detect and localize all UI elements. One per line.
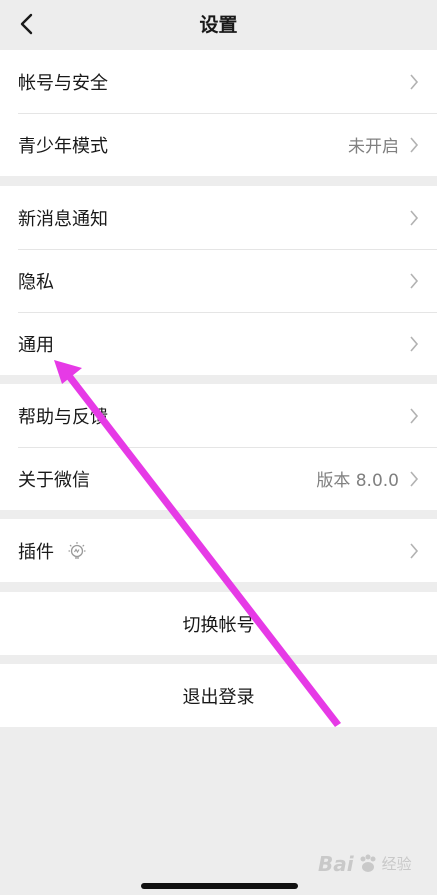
settings-group-plugins: 插件: [0, 519, 437, 582]
chevron-left-icon: [20, 13, 33, 35]
chevron-right-icon: [410, 335, 419, 352]
baidu-watermark: Bai 经验: [318, 842, 430, 886]
row-privacy[interactable]: 隐私: [0, 249, 437, 312]
back-button[interactable]: [8, 6, 44, 42]
row-about-wechat[interactable]: 关于微信 版本 8.0.0: [0, 447, 437, 510]
logout-button[interactable]: 退出登录: [0, 664, 437, 727]
row-value: 版本 8.0.0: [316, 471, 399, 491]
switch-account-group: 切换帐号: [0, 592, 437, 655]
chevron-right-icon: [410, 470, 419, 487]
row-label: 新消息通知: [18, 208, 108, 230]
row-label: 通用: [18, 334, 54, 356]
row-teen-mode[interactable]: 青少年模式 未开启: [0, 113, 437, 176]
row-label: 帐号与安全: [18, 72, 108, 94]
logout-label: 退出登录: [182, 686, 255, 708]
row-plugins[interactable]: 插件: [0, 519, 437, 582]
navigation-bar: 设置: [0, 0, 437, 50]
switch-account-label: 切换帐号: [182, 614, 255, 636]
row-label: 隐私: [18, 271, 54, 293]
switch-account-button[interactable]: 切换帐号: [0, 592, 437, 655]
row-account-security[interactable]: 帐号与安全: [0, 50, 437, 113]
watermark-brand: Bai: [318, 852, 354, 876]
settings-group-general: 新消息通知 隐私 通用: [0, 186, 437, 375]
settings-screen: 设置 帐号与安全 青少年模式 未开启 新消息通知 隐私 通用 帮助与反馈 关于微…: [0, 0, 437, 895]
row-label: 帮助与反馈: [18, 406, 108, 428]
logout-group: 退出登录: [0, 664, 437, 727]
row-label: 插件: [18, 541, 54, 563]
row-label: 关于微信: [18, 469, 90, 491]
watermark-suffix: 经验: [381, 855, 412, 873]
settings-group-account: 帐号与安全 青少年模式 未开启: [0, 50, 437, 176]
chevron-right-icon: [410, 407, 419, 424]
settings-group-about: 帮助与反馈 关于微信 版本 8.0.0: [0, 384, 437, 510]
chevron-right-icon: [410, 73, 419, 90]
chevron-right-icon: [410, 136, 419, 153]
paw-icon: [360, 854, 376, 872]
row-new-message-notification[interactable]: 新消息通知: [0, 186, 437, 249]
row-help-feedback[interactable]: 帮助与反馈: [0, 384, 437, 447]
chevron-right-icon: [410, 209, 419, 226]
home-indicator: [141, 883, 298, 889]
page-title: 设置: [199, 14, 238, 36]
row-value: 未开启: [348, 137, 399, 157]
row-label: 青少年模式: [18, 135, 108, 157]
lightbulb-icon: [68, 541, 86, 559]
chevron-right-icon: [410, 542, 419, 559]
chevron-right-icon: [410, 272, 419, 289]
row-general[interactable]: 通用: [0, 312, 437, 375]
